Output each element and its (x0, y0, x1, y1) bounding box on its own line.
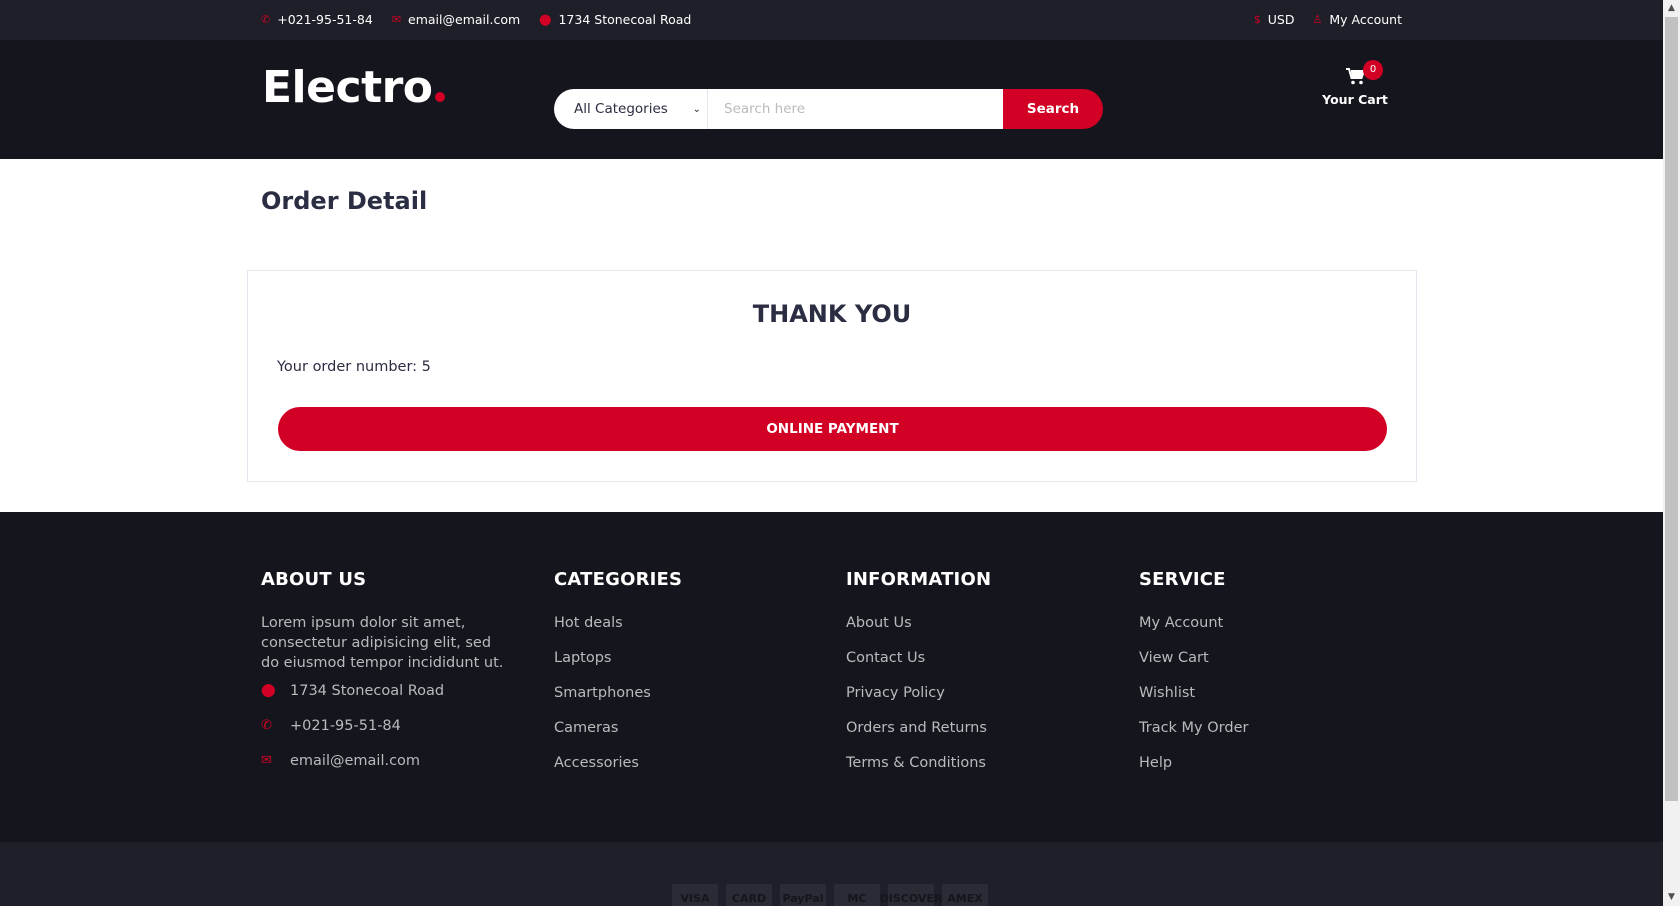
footer-link-smartphones[interactable]: Smartphones (554, 683, 814, 718)
footer-contact-list: ⬤ 1734 Stonecoal Road ✆ +021-95-51-84 ✉ ema… (261, 681, 521, 786)
footer-service: SERVICE My Account View Cart Wishlist Tr… (1139, 569, 1399, 788)
cart-label: Your Cart (1322, 92, 1388, 107)
logo-text: Electro (262, 62, 433, 113)
page-title: Order Detail (261, 187, 428, 215)
footer-link-view-cart[interactable]: View Cart (1139, 648, 1399, 683)
footer-link-help[interactable]: Help (1139, 753, 1399, 788)
header-email-link[interactable]: ✉ email@email.com (392, 12, 520, 27)
top-header: ✆ +021-95-51-84 ✉ email@email.com ⬤ 1734 St… (0, 0, 1663, 40)
my-account-link[interactable]: ♙ My Account (1312, 12, 1402, 27)
footer-about: ABOUT US Lorem ipsum dolor sit amet, con… (261, 569, 521, 786)
footer-email: email@email.com (290, 753, 421, 769)
footer-link-hot-deals[interactable]: Hot deals (554, 613, 814, 648)
footer-email-item[interactable]: ✉ email@email.com (261, 751, 521, 786)
footer-link-accessories[interactable]: Accessories (554, 753, 814, 788)
phone-icon: ✆ (261, 718, 272, 733)
scroll-up-arrow-icon[interactable]: ▲ (1663, 0, 1680, 17)
footer-link-my-account[interactable]: My Account (1139, 613, 1399, 648)
header-phone-link[interactable]: ✆ +021-95-51-84 (261, 12, 373, 27)
my-account-label: My Account (1329, 12, 1402, 27)
shopping-cart-icon (1315, 68, 1395, 90)
footer-service-heading: SERVICE (1139, 569, 1226, 590)
online-payment-button[interactable]: ONLINE PAYMENT (278, 407, 1387, 451)
footer-link-contact-us[interactable]: Contact Us (846, 648, 1106, 683)
footer-phone-item[interactable]: ✆ +021-95-51-84 (261, 716, 521, 751)
payment-icons: VISA CARD PayPal MC DISCOVER AMEX (672, 884, 996, 906)
envelope-icon: ✉ (391, 13, 402, 26)
footer-link-track-order[interactable]: Track My Order (1139, 718, 1399, 753)
currency-link[interactable]: $ USD (1254, 12, 1295, 27)
header-email: email@email.com (408, 12, 521, 27)
category-select-value: All Categories (574, 101, 668, 117)
main-header: Electro All Categories ⌄ Search Your Cart… (0, 40, 1663, 159)
dollar-icon: $ (1253, 13, 1261, 26)
map-marker-icon: ⬤ (539, 13, 552, 26)
thank-you-heading: THANK YOU (752, 300, 912, 328)
footer-information-list: About Us Contact Us Privacy Policy Order… (846, 613, 1106, 788)
paypal-icon: PayPal (780, 884, 826, 906)
footer-about-text: Lorem ipsum dolor sit amet, consectetur … (261, 615, 504, 671)
visa-icon: VISA (672, 884, 718, 906)
header-address: 1734 Stonecoal Road (558, 12, 692, 27)
footer-address: 1734 Stonecoal Road (290, 683, 445, 699)
scroll-down-arrow-icon[interactable]: ▼ (1663, 889, 1680, 906)
footer-link-orders-returns[interactable]: Orders and Returns (846, 718, 1106, 753)
footer-address-item[interactable]: ⬤ 1734 Stonecoal Road (261, 681, 521, 716)
discover-icon: DISCOVER (880, 884, 942, 906)
header-account-links: $ USD ♙ My Account (1236, 12, 1402, 27)
footer-link-privacy-policy[interactable]: Privacy Policy (846, 683, 1106, 718)
footer-link-laptops[interactable]: Laptops (554, 648, 814, 683)
order-detail-card: THANK YOU Your order number: 5 ONLINE PA… (247, 270, 1417, 482)
shopping-cart-svg (1345, 68, 1365, 85)
header-address-link[interactable]: ⬤ 1734 Stonecoal Road (539, 12, 691, 27)
footer-service-list: My Account View Cart Wishlist Track My O… (1139, 613, 1399, 788)
search-form: All Categories ⌄ Search (554, 89, 1103, 129)
footer-categories: CATEGORIES Hot deals Laptops Smartphones… (554, 569, 814, 788)
footer-categories-heading: CATEGORIES (554, 569, 683, 590)
header-contact-links: ✆ +021-95-51-84 ✉ email@email.com ⬤ 1734 St… (261, 12, 710, 27)
mastercard-icon: MC (834, 884, 880, 906)
footer-about-heading: ABOUT US (261, 569, 367, 590)
footer-link-wishlist[interactable]: Wishlist (1139, 683, 1399, 718)
page-scrollbar[interactable]: ▲ ▼ (1663, 0, 1680, 906)
footer-phone: +021-95-51-84 (290, 718, 401, 734)
logo-dot (434, 92, 445, 102)
user-icon: ♙ (1312, 13, 1323, 26)
scrollbar-thumb[interactable] (1665, 17, 1678, 801)
footer-categories-list: Hot deals Laptops Smartphones Cameras Ac… (554, 613, 814, 788)
chevron-down-icon: ⌄ (692, 103, 701, 115)
credit-card-icon: CARD (726, 884, 772, 906)
footer: ABOUT US Lorem ipsum dolor sit amet, con… (0, 512, 1663, 842)
footer-information-heading: INFORMATION (846, 569, 992, 590)
header-phone: +021-95-51-84 (277, 12, 373, 27)
logo[interactable]: Electro (262, 62, 445, 113)
phone-icon: ✆ (261, 13, 271, 26)
map-marker-icon: ⬤ (261, 683, 276, 698)
search-input[interactable] (708, 89, 1003, 129)
footer-link-about-us[interactable]: About Us (846, 613, 1106, 648)
footer-link-cameras[interactable]: Cameras (554, 718, 814, 753)
search-button[interactable]: Search (1003, 89, 1103, 129)
amex-icon: AMEX (942, 884, 988, 906)
envelope-icon: ✉ (261, 753, 272, 768)
bottom-footer: VISA CARD PayPal MC DISCOVER AMEX (0, 842, 1663, 906)
currency-label: USD (1267, 12, 1295, 27)
order-number: Your order number: 5 (277, 359, 431, 375)
footer-information: INFORMATION About Us Contact Us Privacy … (846, 569, 1106, 788)
category-select[interactable]: All Categories ⌄ (554, 89, 708, 129)
cart-link[interactable]: Your Cart 0 (1315, 60, 1395, 107)
footer-link-terms[interactable]: Terms & Conditions (846, 753, 1106, 788)
cart-qty-badge: 0 (1363, 60, 1383, 80)
